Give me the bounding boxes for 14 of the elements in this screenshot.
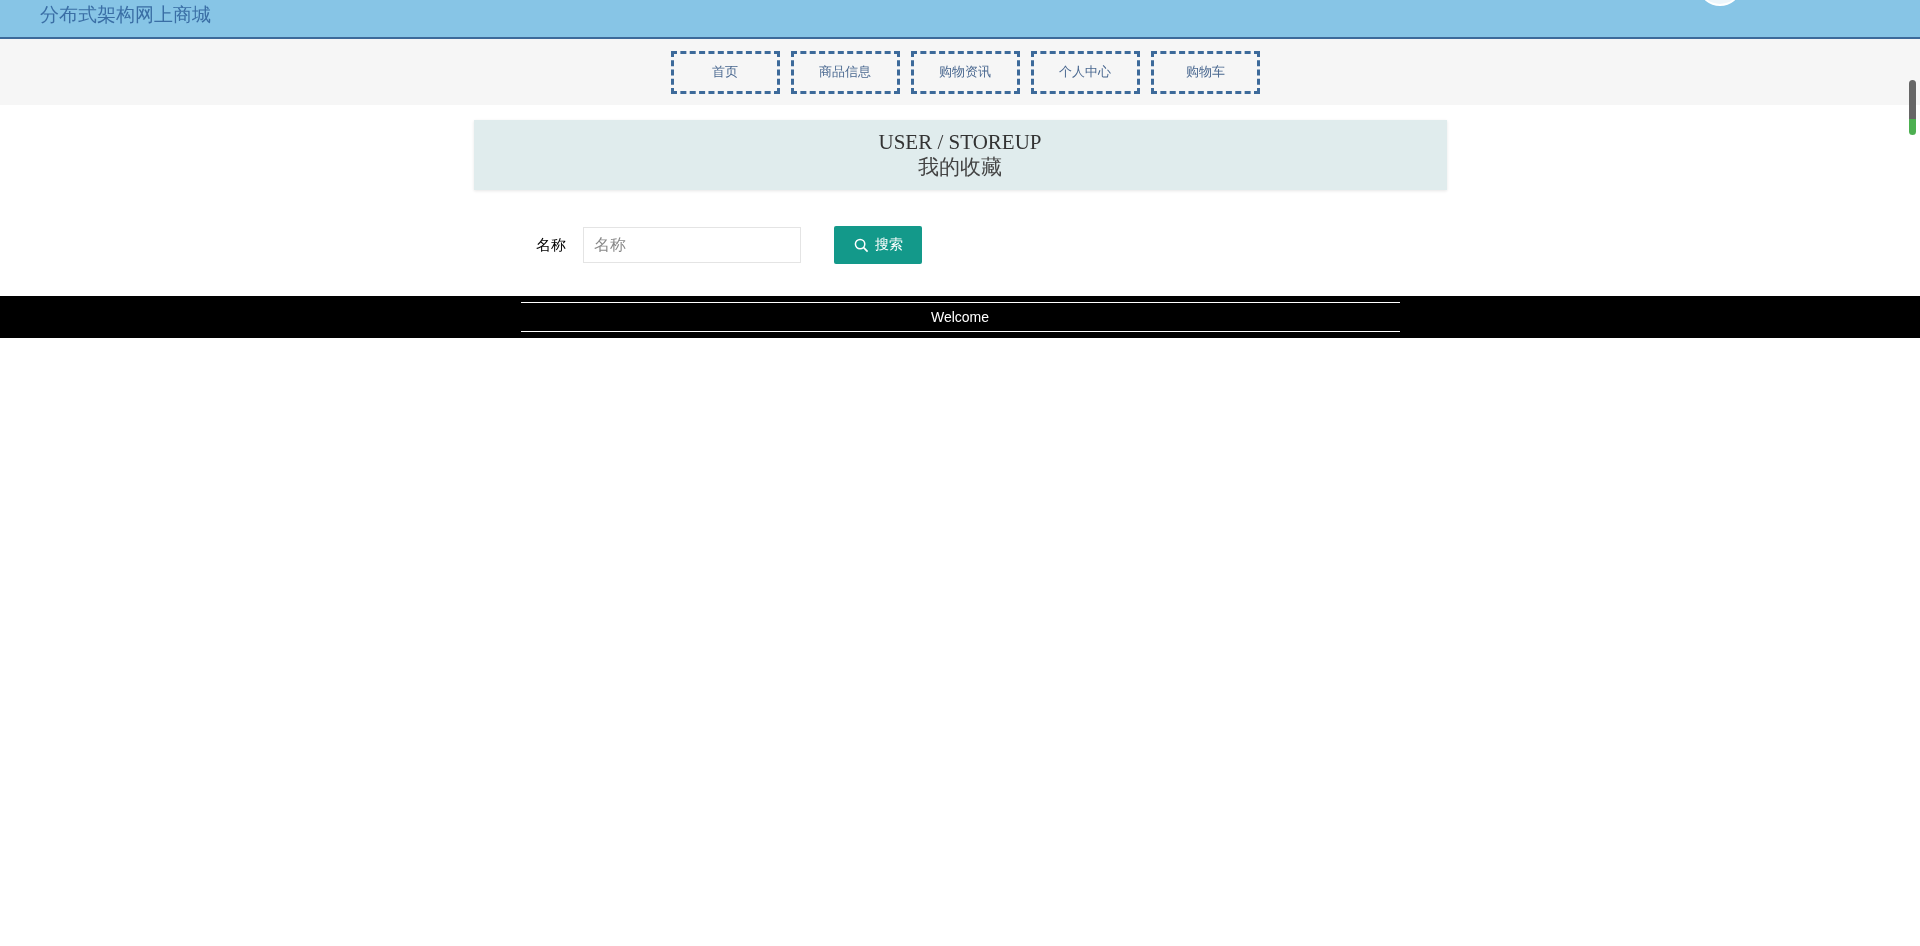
scrollbar-thumb[interactable]	[1909, 80, 1916, 135]
page-title: 我的收藏	[917, 154, 1003, 180]
field-label: 名称	[536, 235, 567, 255]
footer-text: Welcome	[520, 302, 1400, 332]
site-title: 分布式架构网上商城	[40, 2, 211, 27]
nav-link[interactable]: 购物资讯	[910, 50, 1020, 94]
nav-link[interactable]: 首页	[670, 50, 780, 94]
search-icon	[853, 237, 869, 253]
page-subtitle: USER / STOREUP	[877, 130, 1043, 154]
nav-link[interactable]: 购物车	[1150, 50, 1260, 94]
nav-link[interactable]: 个人中心	[1030, 50, 1140, 94]
name-input-field[interactable]: 名称	[583, 227, 801, 263]
nav-link[interactable]: 商品信息	[790, 50, 900, 94]
search-button[interactable]: 搜索	[834, 226, 922, 264]
